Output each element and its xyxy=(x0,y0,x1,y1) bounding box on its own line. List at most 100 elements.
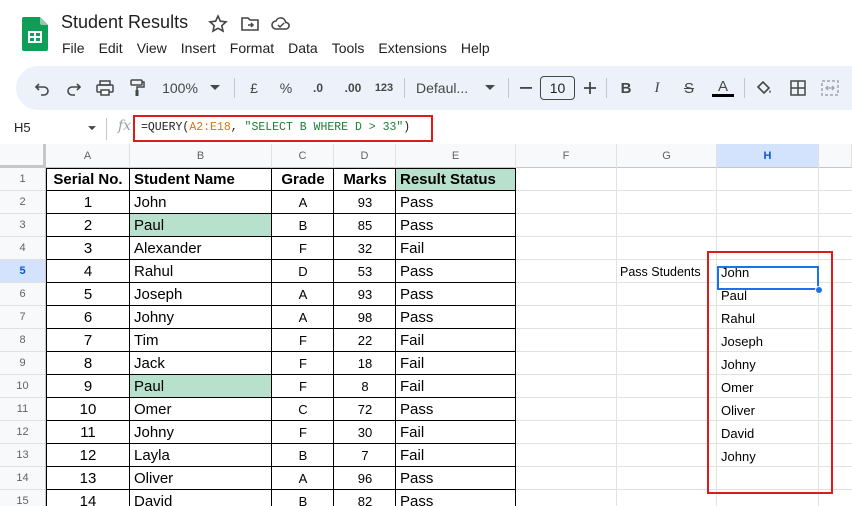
row-header-14[interactable]: 14 xyxy=(0,467,46,490)
column-header-h[interactable]: H xyxy=(717,144,819,168)
menu-help[interactable]: Help xyxy=(461,40,490,56)
row-header-12[interactable]: 12 xyxy=(0,421,46,444)
table-border-line xyxy=(129,168,130,506)
formula-function: =QUERY( xyxy=(141,121,190,134)
grid-line xyxy=(616,144,617,506)
move-folder-icon[interactable] xyxy=(240,14,260,34)
menu-edit[interactable]: Edit xyxy=(99,40,123,56)
toolbar-divider xyxy=(744,78,745,98)
menu-view[interactable]: View xyxy=(137,40,167,56)
star-icon[interactable] xyxy=(208,14,228,34)
column-header-b[interactable]: B xyxy=(130,144,272,168)
column-header-e[interactable]: E xyxy=(396,144,516,168)
table-border-line xyxy=(46,305,516,306)
row-header-10[interactable]: 10 xyxy=(0,375,46,398)
strikethrough-button[interactable]: S xyxy=(680,77,698,99)
fill-handle[interactable] xyxy=(815,286,823,294)
cloud-status-icon[interactable] xyxy=(271,14,291,34)
table-border-line xyxy=(395,168,396,506)
fx-icon: fx xyxy=(118,118,132,134)
menu-format[interactable]: Format xyxy=(230,40,274,56)
currency-format-button[interactable]: £ xyxy=(245,77,263,99)
formula-range: A2:E18 xyxy=(189,121,231,134)
toolbar-divider xyxy=(234,78,235,98)
font-size-decrease-icon[interactable] xyxy=(518,77,534,99)
column-header-d[interactable]: D xyxy=(334,144,396,168)
row-header-1[interactable]: 1 xyxy=(0,168,46,191)
increase-decimal-button[interactable]: .00 xyxy=(340,77,366,99)
formula-separator: , xyxy=(230,121,245,134)
font-dropdown-icon[interactable] xyxy=(484,77,496,99)
text-color-letter: A xyxy=(717,78,728,95)
row-header-7[interactable]: 7 xyxy=(0,306,46,329)
menu-extensions[interactable]: Extensions xyxy=(378,40,446,56)
font-size-increase-icon[interactable] xyxy=(582,77,598,99)
table-border-line xyxy=(333,168,334,506)
formula-close-paren: ) xyxy=(403,121,411,134)
table-border-line xyxy=(46,190,516,191)
sheets-logo-icon[interactable] xyxy=(22,17,48,51)
row-header-11[interactable]: 11 xyxy=(0,398,46,421)
formula-divider xyxy=(106,118,107,140)
table-border-line xyxy=(46,328,516,329)
active-cell-border xyxy=(717,266,819,290)
italic-button[interactable]: I xyxy=(648,77,666,99)
menu-bar: File Edit View Insert Format Data Tools … xyxy=(62,40,504,56)
menu-insert[interactable]: Insert xyxy=(181,40,216,56)
table-border-line xyxy=(271,168,272,506)
column-header-a[interactable]: A xyxy=(46,144,130,168)
pass-students-label: Pass Students xyxy=(620,264,701,279)
toolbar-divider xyxy=(508,78,509,98)
table-border-line xyxy=(46,259,516,260)
redo-icon[interactable] xyxy=(64,77,84,99)
name-box-dropdown-icon[interactable] xyxy=(88,126,96,131)
zoom-select[interactable]: 100% xyxy=(160,77,200,99)
fill-color-icon[interactable] xyxy=(754,77,774,99)
column-header-extra xyxy=(819,144,852,168)
row-header-9[interactable]: 9 xyxy=(0,352,46,375)
table-border-line xyxy=(46,236,516,237)
print-icon[interactable] xyxy=(95,77,115,99)
column-header-c[interactable]: C xyxy=(272,144,334,168)
table-border-line xyxy=(46,420,516,421)
row-header-4[interactable]: 4 xyxy=(0,237,46,260)
text-color-button[interactable]: A xyxy=(710,77,736,99)
toolbar-divider xyxy=(606,78,607,98)
table-border-line xyxy=(46,443,516,444)
row-header-15[interactable]: 15 xyxy=(0,490,46,506)
decrease-decimal-button[interactable]: .0 xyxy=(306,77,330,99)
merge-cells-icon[interactable] xyxy=(820,77,840,99)
select-all-corner[interactable] xyxy=(0,144,46,168)
formula-query-string: "SELECT B WHERE D > 33" xyxy=(244,121,404,134)
column-header-f[interactable]: F xyxy=(516,144,617,168)
table-border-line xyxy=(46,351,516,352)
font-size-input[interactable]: 10 xyxy=(540,76,575,100)
row-header-8[interactable]: 8 xyxy=(0,329,46,352)
zoom-dropdown-icon[interactable] xyxy=(208,77,222,99)
formula-input[interactable]: =QUERY(A2:E18, "SELECT B WHERE D > 33") xyxy=(133,115,433,142)
spreadsheet-window: Student Results File Edit View Insert Fo… xyxy=(0,0,852,506)
paint-format-icon[interactable] xyxy=(127,77,147,99)
document-title[interactable]: Student Results xyxy=(61,12,188,33)
percent-format-button[interactable]: % xyxy=(277,77,295,99)
row-header-3[interactable]: 3 xyxy=(0,214,46,237)
bold-button[interactable]: B xyxy=(617,77,635,99)
data-table-border xyxy=(46,168,516,506)
row-header-2[interactable]: 2 xyxy=(0,191,46,214)
table-border-line xyxy=(46,466,516,467)
row-header-5[interactable]: 5 xyxy=(0,260,46,283)
undo-icon[interactable] xyxy=(32,77,52,99)
borders-icon[interactable] xyxy=(788,77,808,99)
menu-data[interactable]: Data xyxy=(288,40,318,56)
number-format-button[interactable]: 123 xyxy=(372,77,396,99)
menu-file[interactable]: File xyxy=(62,40,85,56)
column-header-g[interactable]: G xyxy=(617,144,717,168)
menu-tools[interactable]: Tools xyxy=(332,40,365,56)
row-header-6[interactable]: 6 xyxy=(0,283,46,306)
row-header-13[interactable]: 13 xyxy=(0,444,46,467)
name-box[interactable]: H5 xyxy=(14,120,31,135)
font-family-select[interactable]: Defaul... xyxy=(416,77,476,99)
toolbar-divider xyxy=(404,78,405,98)
table-border-line xyxy=(46,213,516,214)
table-border-line xyxy=(46,374,516,375)
